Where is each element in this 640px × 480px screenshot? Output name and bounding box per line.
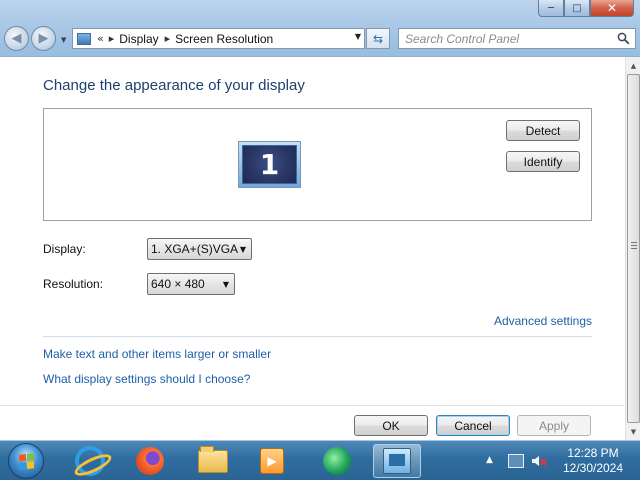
recent-pages-dropdown-icon[interactable]: ▼ [61,36,66,44]
scroll-down-icon[interactable]: ▼ [626,423,640,440]
windows-logo-icon [19,453,34,470]
close-button[interactable]: ✕ [590,0,634,17]
control-panel-small-icon [77,32,91,45]
back-button[interactable]: ◀ [4,26,29,51]
back-arrow-icon: ◀ [11,31,22,46]
start-button[interactable] [8,443,44,479]
taskbar-windows-explorer[interactable] [189,444,237,478]
clock-date: 12/30/2024 [562,461,624,475]
vertical-scrollbar[interactable]: ▲ ▼ [625,57,640,440]
footer-divider [0,405,625,406]
forward-button[interactable]: ▶ [31,26,56,51]
taskbar: ▶ ▲ 12:28 PM 12/30/2024 [0,440,640,480]
overflow-chevron-icon[interactable]: « [97,32,104,45]
forward-arrow-icon: ▶ [38,31,49,46]
detect-button[interactable]: Detect [506,120,580,141]
refresh-button[interactable]: ⇆ [366,28,390,49]
internet-explorer-icon [75,446,105,476]
display-label: Display: [43,242,86,256]
taskbar-control-panel[interactable] [373,444,421,478]
breadcrumb-arrow-icon[interactable]: ▸ [165,32,171,45]
monitor-number: 1 [259,148,280,181]
display-settings-help-link[interactable]: What display settings should I choose? [43,372,250,386]
media-player-icon: ▶ [260,448,284,474]
apply-button: Apply [517,415,591,436]
monitor-screen: 1 [242,145,297,184]
taskbar-media-center[interactable] [313,444,361,478]
show-hidden-icons-icon[interactable]: ▲ [486,455,493,465]
display-select[interactable]: 1. XGA+(S)VGA ▼ [147,238,252,260]
search-box[interactable] [398,28,636,49]
breadcrumb-screen-resolution[interactable]: Screen Resolution [175,32,273,46]
content-area: Change the appearance of your display 1 … [0,57,625,440]
navigation-buttons: ◀ ▶ [4,25,60,52]
breadcrumb-display[interactable]: Display [119,32,158,46]
address-bar[interactable]: « ▸ Display ▸ Screen Resolution ▼ [72,28,365,49]
display-select-value: 1. XGA+(S)VGA [151,242,239,256]
folder-icon [198,445,228,473]
volume-muted-icon[interactable] [531,454,547,468]
network-icon[interactable] [508,454,524,468]
resolution-select-value: 640 × 480 [151,277,205,291]
minimize-button[interactable]: ─ [538,0,564,17]
window-chrome: ─ □ ✕ ◀ ▶ ▼ « ▸ Display ▸ Screen Resolut… [0,0,640,57]
clock-time: 12:28 PM [567,446,619,460]
refresh-icon: ⇆ [372,31,384,46]
search-icon[interactable] [617,32,630,45]
advanced-settings-link[interactable]: Advanced settings [494,314,592,328]
control-panel-icon [383,448,411,474]
ok-button[interactable]: OK [354,415,428,436]
resolution-label: Resolution: [43,277,104,291]
breadcrumb-arrow-icon[interactable]: ▸ [109,32,115,45]
grip-icon [631,242,637,250]
caption-buttons: ─ □ ✕ [538,0,634,17]
maximize-button[interactable]: □ [564,0,590,17]
search-input[interactable] [405,31,610,46]
taskbar-firefox[interactable] [126,444,174,478]
resolution-select[interactable]: 640 × 480 ▼ [147,273,235,295]
monitor-1-tile[interactable]: 1 [238,141,301,188]
system-clock[interactable]: 12:28 PM 12/30/2024 [551,446,635,476]
scroll-up-icon[interactable]: ▲ [626,57,640,74]
screen-resolution-window: ─ □ ✕ ◀ ▶ ▼ « ▸ Display ▸ Screen Resolut… [0,0,640,440]
scroll-thumb[interactable] [627,74,640,423]
monitor-arrangement-area: 1 Detect Identify [43,108,592,221]
taskbar-internet-explorer[interactable] [66,444,114,478]
page-title: Change the appearance of your display [43,77,305,94]
section-divider [43,336,592,337]
address-dropdown-icon[interactable]: ▼ [355,32,361,41]
taskbar-media-player[interactable]: ▶ [248,444,296,478]
cancel-button[interactable]: Cancel [436,415,510,436]
identify-button[interactable]: Identify [506,151,580,172]
text-size-link[interactable]: Make text and other items larger or smal… [43,347,271,361]
media-center-icon [323,447,351,475]
firefox-icon [136,447,164,475]
chevron-down-icon: ▼ [239,245,246,254]
chevron-down-icon: ▼ [222,280,229,289]
